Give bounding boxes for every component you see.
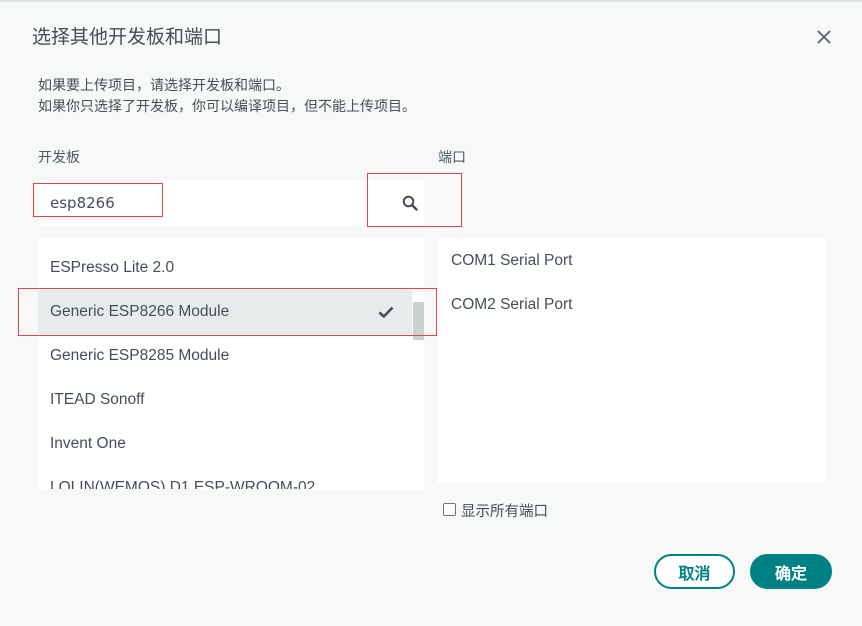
cancel-button[interactable]: 取消 <box>654 554 735 589</box>
check-icon <box>378 306 394 318</box>
board-item-label: ESPresso Lite 2.0 <box>50 259 175 276</box>
board-item-label: Generic ESP8285 Module <box>50 347 230 364</box>
dialog-top-border <box>0 0 862 2</box>
port-item-com1[interactable]: COM1 Serial Port <box>438 239 825 283</box>
dialog-description: 如果要上传项目，请选择开发板和端口。 如果你只选择了开发板，你可以编译项目，但不… <box>38 76 416 118</box>
dialog-title: 选择其他开发板和端口 <box>32 26 223 48</box>
board-item-label: Generic ESP8266 Module <box>50 303 230 320</box>
port-item-label: COM1 Serial Port <box>451 252 573 269</box>
board-search-input[interactable] <box>38 180 368 226</box>
port-item-com2[interactable]: COM2 Serial Port <box>438 283 825 327</box>
board-list-scrollbar-thumb[interactable] <box>413 302 424 340</box>
board-item-espresso-lite[interactable]: ESPresso Lite 2.0 <box>38 246 412 290</box>
show-all-ports-label: 显示所有端口 <box>461 504 548 520</box>
description-line-1: 如果要上传项目，请选择开发板和端口。 <box>38 78 290 94</box>
close-button[interactable] <box>813 26 835 48</box>
board-item-label: ITEAD Sonoff <box>50 391 145 408</box>
show-all-ports-toggle[interactable]: 显示所有端口 <box>443 500 548 521</box>
board-item-generic-esp8285[interactable]: Generic ESP8285 Module <box>38 334 412 378</box>
board-list-scrollbar[interactable] <box>412 238 424 489</box>
board-item-generic-esp8266[interactable]: Generic ESP8266 Module <box>38 290 412 334</box>
port-list: COM1 Serial Port COM2 Serial Port <box>438 238 825 483</box>
ok-button[interactable]: 确定 <box>750 554 832 589</box>
board-item-invent-one[interactable]: Invent One <box>38 422 412 466</box>
board-search-box <box>38 180 424 226</box>
boards-label: 开发板 <box>38 150 80 166</box>
select-board-dialog: 选择其他开发板和端口 如果要上传项目，请选择开发板和端口。 如果你只选择了开发板… <box>0 0 862 626</box>
description-line-2: 如果你只选择了开发板，你可以编译项目，但不能上传项目。 <box>38 99 416 115</box>
board-item-itead-sonoff[interactable]: ITEAD Sonoff <box>38 378 412 422</box>
show-all-ports-checkbox[interactable] <box>443 503 456 516</box>
board-item-lolin-wemos[interactable]: LOLIN(WEMOS) D1 ESP-WROOM-02 <box>38 466 412 489</box>
search-button[interactable] <box>402 195 418 211</box>
ports-label: 端口 <box>438 150 466 166</box>
port-item-label: COM2 Serial Port <box>451 296 573 313</box>
board-list: ESPresso Lite 2.0 Generic ESP8266 Module… <box>38 238 424 489</box>
board-item-label: LOLIN(WEMOS) D1 ESP-WROOM-02 <box>50 479 316 489</box>
board-item-label: Invent One <box>50 435 126 452</box>
search-icon <box>402 195 418 211</box>
close-icon <box>817 30 831 44</box>
